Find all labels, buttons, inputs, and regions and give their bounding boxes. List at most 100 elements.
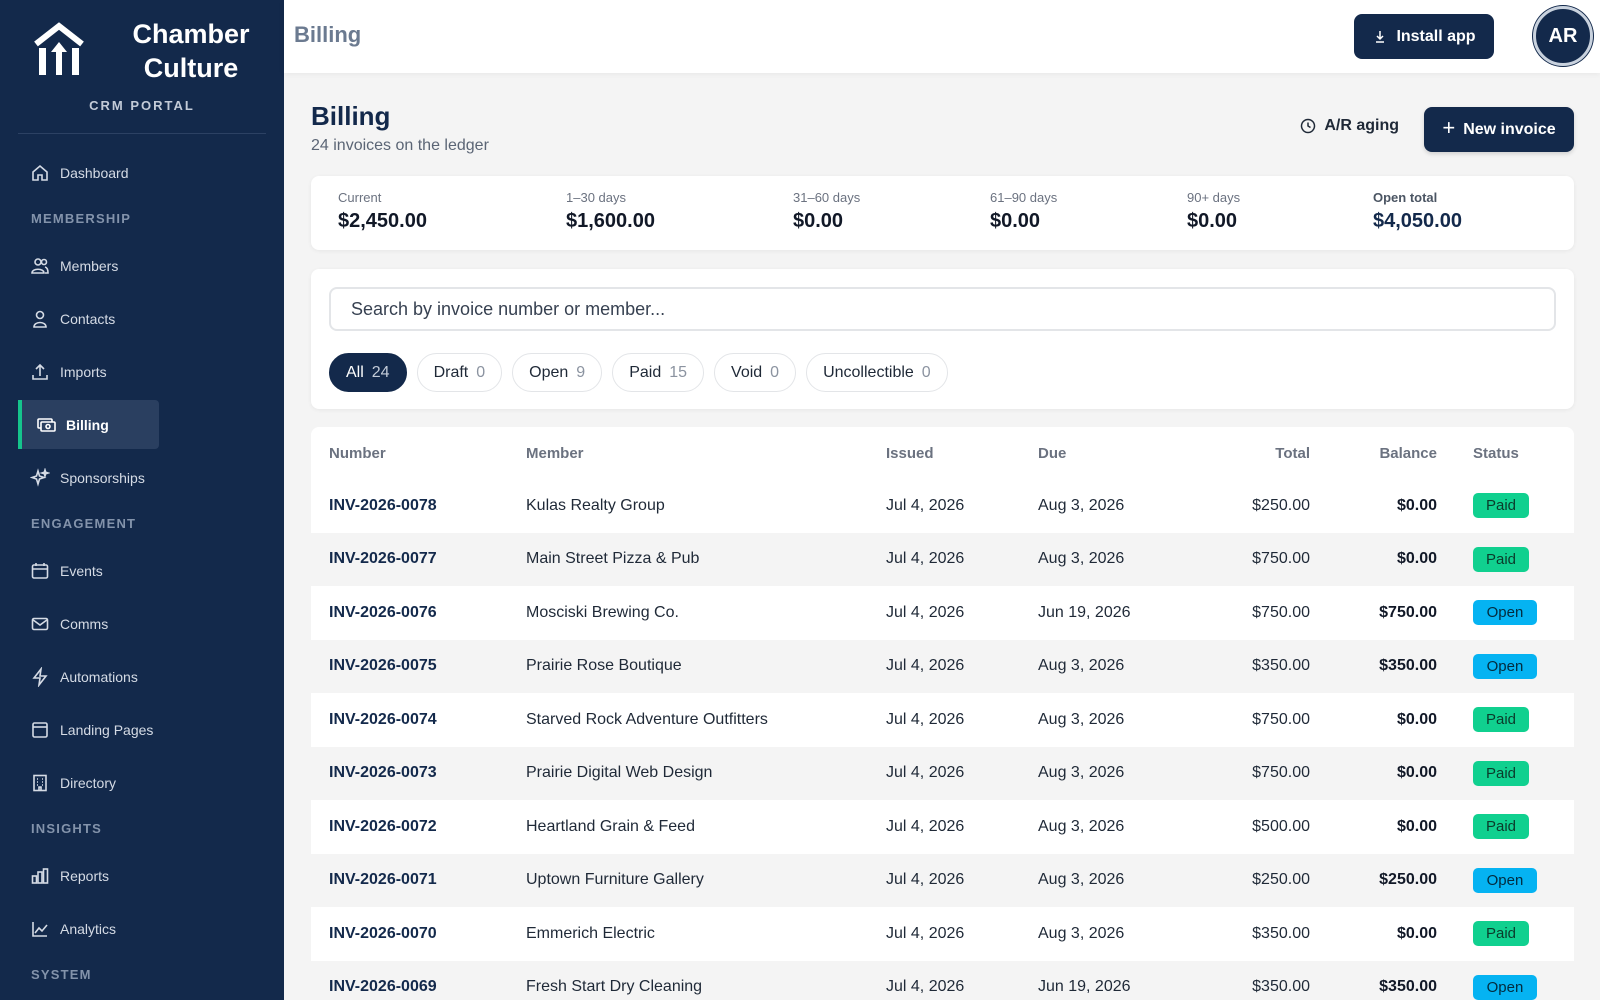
total-amount: $750.00: [1188, 746, 1310, 800]
filter-chip-uncollectible[interactable]: Uncollectible 0: [806, 353, 948, 392]
page-subtitle: 24 invoices on the ledger: [311, 137, 489, 154]
new-invoice-button[interactable]: + New invoice: [1424, 107, 1574, 152]
sidebar-item-label: Contacts: [60, 310, 116, 327]
status-badge: Open: [1473, 653, 1537, 679]
member-name: Uptown Furniture Gallery: [526, 853, 886, 907]
table-row[interactable]: INV-2026-0073 Prairie Digital Web Design…: [311, 746, 1574, 800]
bar-chart-icon: [30, 866, 50, 886]
status-badge: Open: [1473, 600, 1537, 626]
aging-31-60: 31–60 days $0.00: [793, 190, 860, 233]
invoice-number-link[interactable]: INV-2026-0073: [311, 746, 526, 800]
aging-label: Current: [338, 190, 382, 205]
invoice-number-link[interactable]: INV-2026-0076: [311, 586, 526, 640]
table-row[interactable]: INV-2026-0078 Kulas Realty Group Jul 4, …: [311, 479, 1574, 533]
issued-date: Jul 4, 2026: [886, 746, 1038, 800]
due-date: Aug 3, 2026: [1038, 746, 1188, 800]
table-row[interactable]: INV-2026-0077 Main Street Pizza & Pub Ju…: [311, 532, 1574, 586]
sidebar-item-events[interactable]: Events: [0, 544, 159, 597]
ar-aging-button[interactable]: A/R aging: [1300, 117, 1399, 135]
brand[interactable]: Chamber Culture CRM PORTAL: [18, 0, 266, 134]
filter-chip-all[interactable]: All 24: [329, 353, 407, 392]
invoice-number-link[interactable]: INV-2026-0069: [311, 960, 526, 1000]
install-app-button[interactable]: Install app: [1354, 14, 1494, 59]
issued-date: Jul 4, 2026: [886, 532, 1038, 586]
aging-label: 1–30 days: [566, 190, 626, 205]
invoice-number-link[interactable]: INV-2026-0078: [311, 479, 526, 533]
line-chart-icon: [30, 919, 50, 939]
table-row[interactable]: INV-2026-0074 Starved Rock Adventure Out…: [311, 693, 1574, 747]
col-header-number[interactable]: Number: [311, 427, 526, 479]
chip-label: Open: [529, 363, 569, 381]
member-name: Main Street Pizza & Pub: [526, 532, 886, 586]
table-row[interactable]: INV-2026-0072 Heartland Grain & Feed Jul…: [311, 800, 1574, 854]
sidebar-item-sponsorships[interactable]: Sponsorships: [0, 451, 159, 504]
filter-chip-paid[interactable]: Paid 15: [612, 353, 705, 392]
sidebar-item-billing[interactable]: Billing: [18, 400, 159, 449]
filter-chip-draft[interactable]: Draft 0: [416, 353, 503, 392]
sidebar-item-label: Comms: [60, 615, 109, 632]
invoice-number-link[interactable]: INV-2026-0070: [311, 907, 526, 961]
avatar[interactable]: AR: [1533, 6, 1593, 66]
aging-open-total: Open total $4,050.00: [1373, 190, 1462, 233]
page-layout-icon: [30, 720, 50, 740]
aging-value: $2,450.00: [338, 210, 427, 232]
aging-1-30: 1–30 days $1,600.00: [566, 190, 655, 233]
issued-date: Jul 4, 2026: [886, 960, 1038, 1000]
col-header-total[interactable]: Total: [1188, 427, 1310, 479]
user-icon: [30, 309, 50, 329]
table-row[interactable]: INV-2026-0071 Uptown Furniture Gallery J…: [311, 853, 1574, 907]
sidebar-item-directory[interactable]: Directory: [0, 756, 159, 809]
sidebar-item-label: Billing: [66, 416, 109, 433]
sidebar-item-members[interactable]: Members: [0, 239, 159, 292]
col-header-balance[interactable]: Balance: [1310, 427, 1437, 479]
search-input[interactable]: [329, 287, 1556, 331]
due-date: Aug 3, 2026: [1038, 710, 1125, 728]
due-date: Aug 3, 2026: [1038, 853, 1188, 907]
sidebar-item-contacts[interactable]: Contacts: [0, 292, 159, 345]
invoice-number-link[interactable]: INV-2026-0077: [311, 532, 526, 586]
status-cell: Paid: [1437, 532, 1574, 586]
invoice-number-link[interactable]: INV-2026-0074: [311, 693, 526, 747]
col-header-status[interactable]: Status: [1437, 427, 1574, 479]
sidebar-item-analytics[interactable]: Analytics: [0, 902, 159, 955]
total-amount: $350.00: [1188, 960, 1310, 1000]
clock-icon: [1300, 118, 1316, 134]
nav-section-engagement: ENGAGEMENT: [31, 516, 137, 531]
lightning-icon: [30, 666, 50, 687]
invoice-number-link[interactable]: INV-2026-0071: [311, 853, 526, 907]
status-badge: Paid: [1473, 760, 1529, 786]
brand-name-line1: Chamber: [132, 19, 250, 49]
install-app-label: Install app: [1396, 27, 1476, 45]
total-amount: $350.00: [1188, 639, 1310, 693]
filter-chip-open[interactable]: Open 9: [512, 353, 603, 392]
status-badge: Paid: [1473, 493, 1529, 519]
total-amount: $750.00: [1252, 603, 1310, 621]
col-header-member[interactable]: Member: [526, 427, 886, 479]
sidebar-item-reports[interactable]: Reports: [0, 849, 159, 902]
table-row[interactable]: INV-2026-0076 Mosciski Brewing Co. Jul 4…: [311, 586, 1574, 640]
sidebar-item-dashboard[interactable]: Dashboard: [0, 146, 159, 199]
table-row[interactable]: INV-2026-0075 Prairie Rose Boutique Jul …: [311, 639, 1574, 693]
filter-chip-void[interactable]: Void 0: [714, 353, 797, 392]
due-date: Jun 19, 2026: [1038, 960, 1188, 1000]
sidebar-item-comms[interactable]: Comms: [0, 597, 159, 650]
sidebar-item-automations[interactable]: Automations: [0, 650, 159, 703]
balance-amount: $350.00: [1310, 639, 1437, 693]
due-date: Aug 3, 2026: [1038, 496, 1125, 514]
invoice-number-link[interactable]: INV-2026-0072: [311, 800, 526, 854]
sidebar-item-imports[interactable]: Imports: [0, 345, 159, 398]
total-amount: $500.00: [1252, 817, 1310, 835]
table-row[interactable]: INV-2026-0069 Fresh Start Dry Cleaning J…: [311, 960, 1574, 1000]
status-cell: Open: [1437, 586, 1574, 640]
total-amount: $350.00: [1252, 924, 1310, 942]
sidebar-item-label: Reports: [60, 867, 110, 884]
col-header-issued[interactable]: Issued: [886, 427, 1038, 479]
status-cell: Paid: [1437, 907, 1574, 961]
table-row[interactable]: INV-2026-0070 Emmerich Electric Jul 4, 2…: [311, 907, 1574, 961]
sidebar-item-landing-pages[interactable]: Landing Pages: [0, 703, 159, 756]
col-header-due[interactable]: Due: [1038, 427, 1188, 479]
invoice-number-link[interactable]: INV-2026-0075: [311, 639, 526, 693]
mail-icon: [30, 614, 50, 634]
member-name: Fresh Start Dry Cleaning: [526, 960, 886, 1000]
balance-amount: $0.00: [1310, 532, 1437, 586]
